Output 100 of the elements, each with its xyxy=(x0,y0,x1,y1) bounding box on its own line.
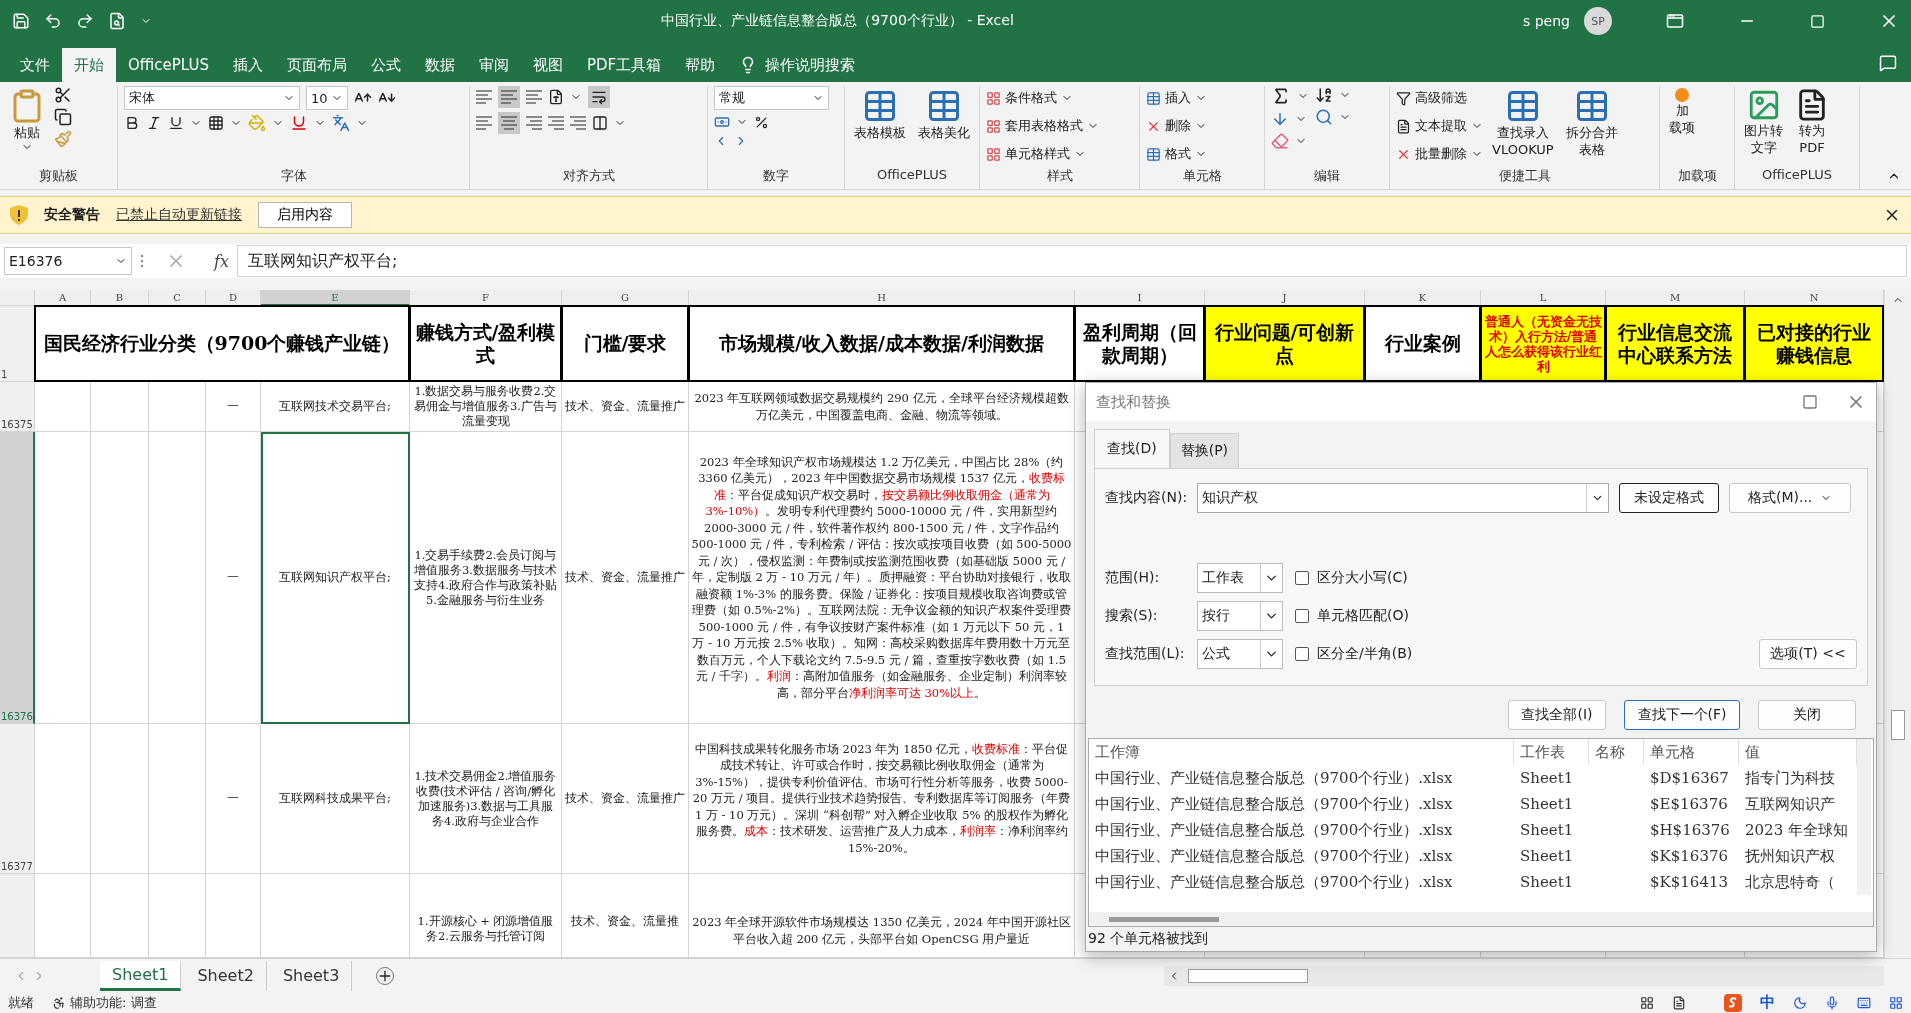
dialog-button[interactable]: 关闭 xyxy=(1758,700,1856,730)
result-cell[interactable]: $K$16376 xyxy=(1644,843,1739,869)
ribbon-button[interactable]: 文本提取 xyxy=(1396,114,1483,138)
paste-button[interactable]: 粘贴 xyxy=(6,86,48,155)
ribbon-button[interactable]: 拆分合并 表格 xyxy=(1562,86,1621,160)
comments-icon[interactable] xyxy=(1879,54,1897,72)
merge-icon[interactable] xyxy=(592,115,608,131)
scroll-thumb[interactable] xyxy=(1188,968,1308,983)
fill-icon[interactable] xyxy=(1271,110,1289,128)
result-cell[interactable]: Sheet1 xyxy=(1514,869,1589,895)
column-header[interactable]: F xyxy=(410,290,562,306)
result-cell[interactable]: $H$16376 xyxy=(1644,817,1739,843)
result-cell[interactable]: 2023 年全球知 xyxy=(1739,817,1857,843)
column-header[interactable]: J xyxy=(1205,290,1365,306)
menu-tab[interactable]: 开始 xyxy=(62,48,116,82)
decrease-indent-icon[interactable] xyxy=(548,115,564,131)
increase-indent-icon[interactable] xyxy=(570,115,586,131)
dialog-tab[interactable]: 查找(D) xyxy=(1094,429,1170,469)
result-cell[interactable]: 中国行业、产业链信息整合版总（9700个行业）.xlsx xyxy=(1089,765,1514,791)
page-layout-icon[interactable] xyxy=(1672,995,1686,1010)
redo-icon[interactable] xyxy=(76,12,94,30)
row-header[interactable]: 16377 xyxy=(0,724,35,874)
top-align-icon[interactable] xyxy=(476,89,492,105)
tell-me-search[interactable]: 操作说明搜索 xyxy=(727,48,868,82)
ribbon-button[interactable]: 单元格样式 xyxy=(986,142,1099,166)
option-select[interactable]: 按行 xyxy=(1197,601,1283,631)
result-cell[interactable]: Sheet1 xyxy=(1514,765,1589,791)
normal-view-icon[interactable] xyxy=(1640,995,1654,1010)
sheet-tab[interactable]: Sheet2 xyxy=(185,960,267,991)
checkbox-option[interactable]: 单元格匹配(O) xyxy=(1283,607,1413,625)
column-header[interactable]: N xyxy=(1745,290,1884,306)
ribbon-button[interactable]: 查找录入 VLOOKUP xyxy=(1489,86,1557,160)
sheet-tab[interactable]: Sheet3 xyxy=(270,960,353,991)
ribbon-button[interactable]: 转为 PDF xyxy=(1792,86,1832,158)
ribbon-button[interactable]: 插入 xyxy=(1146,86,1207,110)
save-icon[interactable] xyxy=(12,12,30,30)
restore-icon[interactable] xyxy=(1810,13,1825,29)
sheet-tab[interactable]: Sheet1 xyxy=(100,960,182,991)
option-select[interactable]: 公式 xyxy=(1197,639,1283,669)
avatar[interactable]: SP xyxy=(1584,7,1612,35)
moon-icon[interactable] xyxy=(1793,995,1807,1010)
fill-color-icon[interactable] xyxy=(248,114,266,132)
menu-tab[interactable]: 公式 xyxy=(358,48,413,82)
ribbon-button[interactable]: 格式 xyxy=(1146,142,1207,166)
menu-tab[interactable]: 数据 xyxy=(412,48,467,82)
column-header[interactable]: L xyxy=(1481,290,1606,306)
menu-tab[interactable]: PDF工具箱 xyxy=(574,48,674,82)
sort-icon[interactable] xyxy=(1315,86,1333,104)
column-header[interactable]: D xyxy=(206,290,261,306)
ribbon-button[interactable]: 图片转 文字 xyxy=(1741,86,1786,158)
menu-tab[interactable]: OfficePLUS xyxy=(116,48,221,82)
column-header[interactable]: B xyxy=(91,290,149,306)
option-select[interactable]: 工作表 xyxy=(1197,563,1283,593)
column-header[interactable]: K xyxy=(1365,290,1481,306)
result-cell[interactable]: $D$16367 xyxy=(1644,765,1739,791)
format-button[interactable]: 格式(M)... xyxy=(1729,483,1852,513)
result-cell[interactable]: 抚州知识产权 xyxy=(1739,843,1857,869)
result-cell[interactable]: Sheet1 xyxy=(1514,843,1589,869)
result-cell[interactable]: Sheet1 xyxy=(1514,817,1589,843)
clear-icon[interactable] xyxy=(1271,132,1289,150)
ribbon-button[interactable]: 高级筛选 xyxy=(1396,86,1483,110)
font-name-select[interactable]: 宋体 xyxy=(124,86,300,110)
menu-tab[interactable]: 文件 xyxy=(8,48,62,82)
ribbon-button[interactable]: 删除 xyxy=(1146,114,1207,138)
checkbox[interactable] xyxy=(1295,609,1309,623)
wrap-text-icon[interactable] xyxy=(591,89,607,105)
ribbon-button[interactable]: 套用表格格式 xyxy=(986,114,1099,138)
insert-function-button[interactable]: fx xyxy=(214,251,229,271)
accessibility-status[interactable]: 辅助功能: 调查 xyxy=(70,993,157,1012)
scroll-thumb[interactable] xyxy=(1109,916,1219,922)
orientation-icon[interactable] xyxy=(548,89,564,105)
print-preview-icon[interactable] xyxy=(108,12,126,30)
find-field[interactable]: 知识产权 xyxy=(1197,483,1610,513)
bottom-align-icon[interactable] xyxy=(526,89,542,105)
dialog-button[interactable]: 查找下一个(F) xyxy=(1624,700,1740,730)
keyboard-icon[interactable] xyxy=(1857,995,1871,1010)
dialog-button[interactable]: 查找全部(I) xyxy=(1508,700,1606,730)
column-header[interactable]: C xyxy=(149,290,206,306)
percent-icon[interactable] xyxy=(754,114,769,130)
result-cell[interactable]: 互联网知识产 xyxy=(1739,791,1857,817)
result-cell[interactable]: 指专门为科技 xyxy=(1739,765,1857,791)
row-header[interactable]: 1 xyxy=(0,306,35,382)
column-header[interactable]: H xyxy=(689,290,1075,306)
format-preview-button[interactable]: 未设定格式 xyxy=(1619,483,1720,513)
column-header[interactable]: M xyxy=(1606,290,1745,306)
ribbon-button[interactable]: 条件格式 xyxy=(986,86,1099,110)
number-format-select[interactable]: 常规 xyxy=(714,86,829,110)
row-header[interactable]: 16376 xyxy=(0,432,35,724)
menu-tab[interactable]: 视图 xyxy=(520,48,575,82)
scrollbar[interactable] xyxy=(1857,739,1871,895)
checkbox-option[interactable]: 区分大小写(C) xyxy=(1283,569,1413,587)
ribbon-display-icon[interactable] xyxy=(1666,12,1684,30)
menu-tab[interactable]: 插入 xyxy=(220,48,275,82)
table-beautify-button[interactable]: 表格美化 xyxy=(915,86,973,143)
checkbox[interactable] xyxy=(1295,647,1309,661)
undo-icon[interactable] xyxy=(44,12,62,30)
column-header[interactable]: A xyxy=(35,290,91,306)
menu-tab[interactable]: 审阅 xyxy=(466,48,521,82)
result-cell[interactable]: $E$16376 xyxy=(1644,791,1739,817)
copy-icon[interactable] xyxy=(54,108,72,126)
